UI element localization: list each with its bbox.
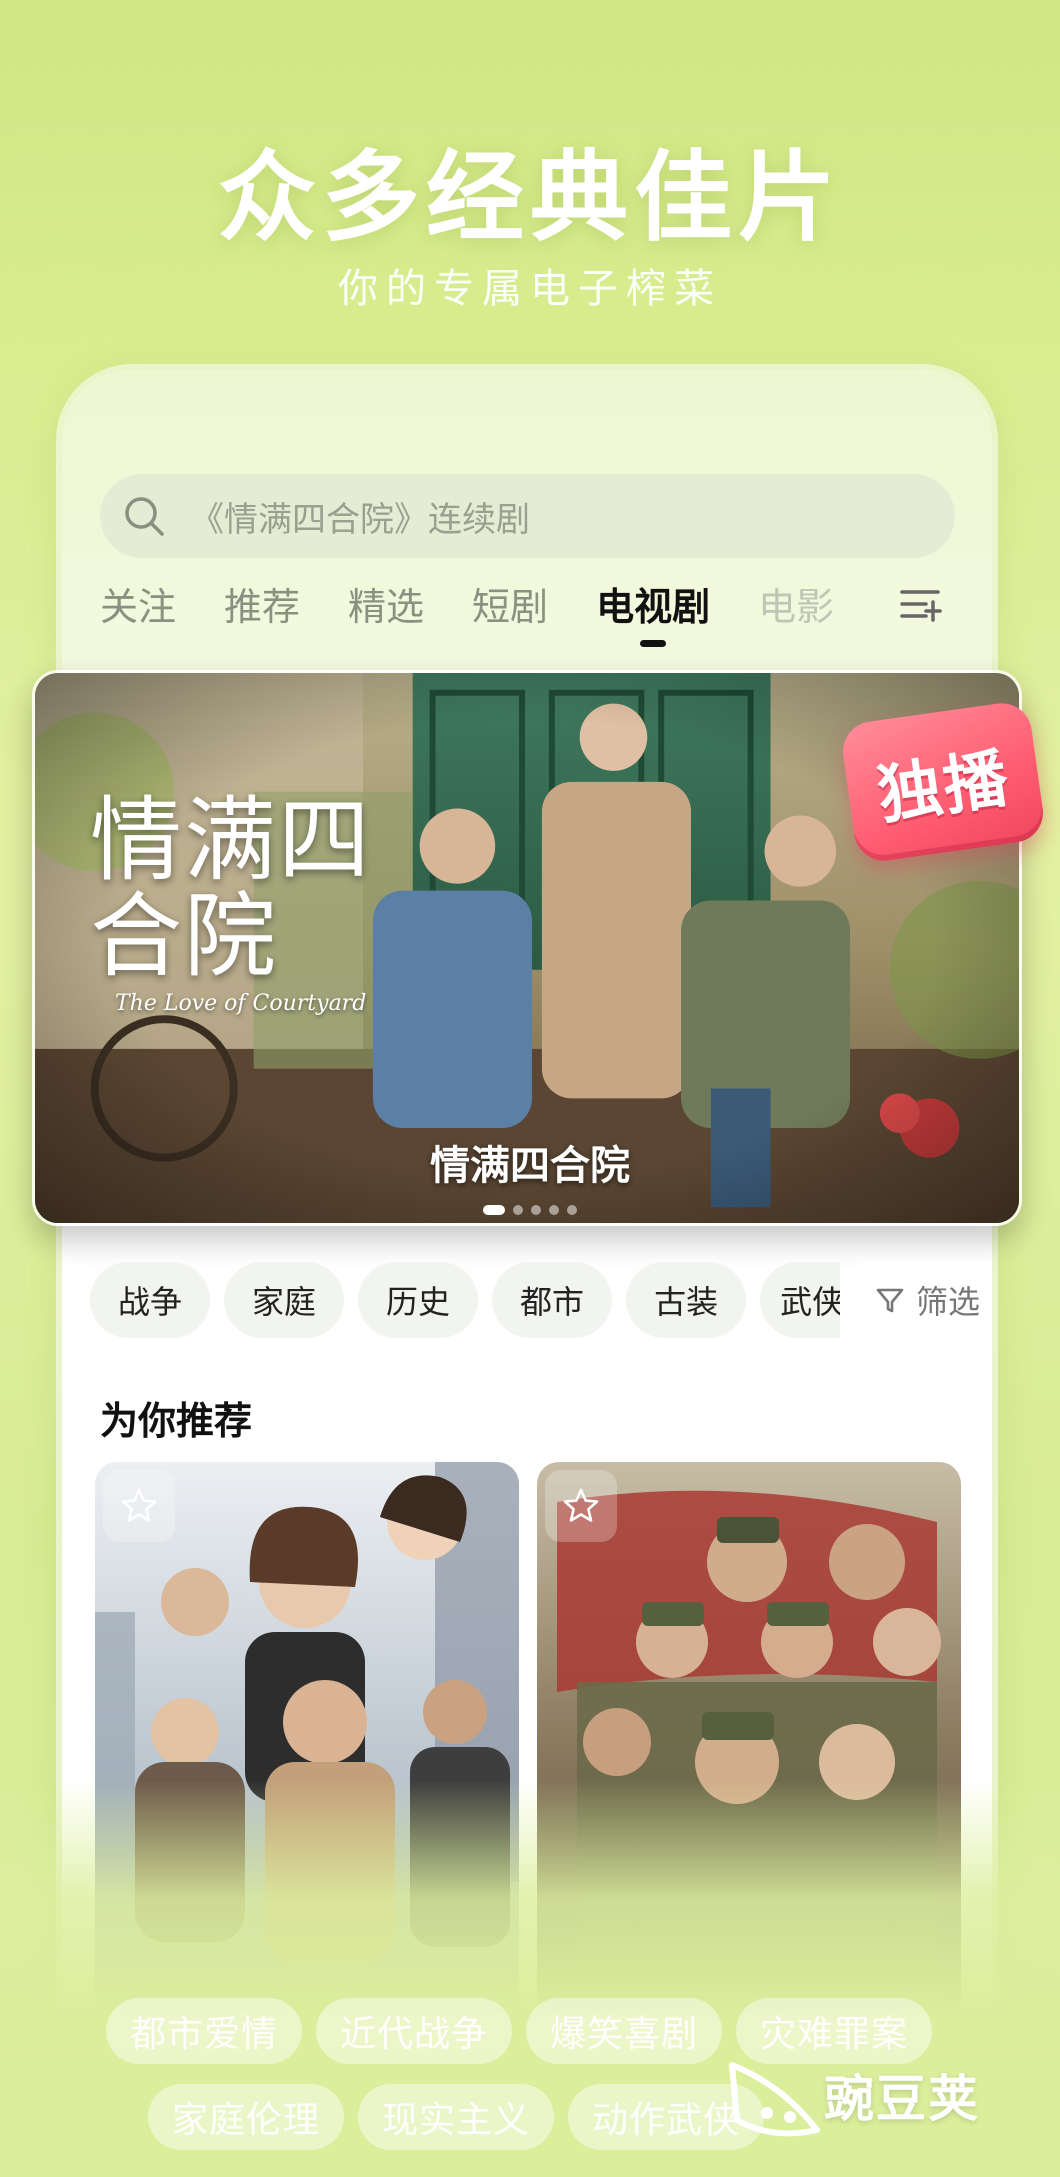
pagination-dot (483, 1205, 505, 1215)
tab-short-drama[interactable]: 短剧 (472, 576, 548, 631)
filter-button[interactable]: 筛选 (850, 1262, 990, 1338)
genre-chip-costume[interactable]: 古装 (626, 1262, 747, 1338)
banner-title-english: The Love of Courtyard (115, 991, 367, 1016)
banner-pagination (35, 1205, 1019, 1215)
search-bar[interactable]: 《情满四合院》连续剧 (100, 474, 955, 558)
category-tabs: 关注 推荐 精选 短剧 电视剧 电影 (100, 576, 960, 656)
genre-chip-wuxia[interactable]: 武侠 (760, 1262, 841, 1338)
promo-subtitle: 你的专属电子榨菜 (338, 266, 722, 312)
tag-row-2: 家庭伦理 现实主义 动作武侠 (148, 2084, 765, 2150)
genre-chip-war[interactable]: 战争 (90, 1262, 211, 1338)
pagination-dot (531, 1205, 541, 1215)
watermark-text: 豌豆荚 (824, 2070, 980, 2128)
promo-title: 众多经典佳片 (217, 141, 842, 255)
tab-recommend[interactable]: 推荐 (224, 576, 300, 631)
genre-chip-history[interactable]: 历史 (358, 1262, 479, 1338)
genre-chip-urban[interactable]: 都市 (492, 1262, 613, 1338)
star-icon (563, 1488, 599, 1522)
pagination-dot (549, 1205, 559, 1215)
filter-icon (876, 1288, 904, 1313)
star-icon (121, 1488, 157, 1522)
tag-chip: 现实主义 (358, 2084, 555, 2150)
tag-chip: 都市爱情 (106, 1998, 303, 2064)
banner-title-logo: 情满四合院 (90, 787, 373, 990)
tag-chip: 家庭伦理 (148, 2084, 345, 2150)
filter-label: 筛选 (916, 1283, 981, 1321)
wandoujia-logo-icon (729, 2062, 820, 2137)
tab-featured[interactable]: 精选 (348, 576, 424, 631)
pagination-dot (513, 1205, 523, 1215)
tag-chip: 近代战争 (316, 1998, 513, 2064)
tab-movie[interactable]: 电影 (758, 576, 834, 631)
tag-chip: 爆笑喜剧 (526, 1998, 723, 2064)
tab-tv-series[interactable]: 电视剧 (596, 576, 710, 647)
favorite-button[interactable] (103, 1470, 175, 1542)
tab-following[interactable]: 关注 (100, 576, 176, 631)
search-icon (122, 494, 166, 538)
pagination-dot (567, 1205, 577, 1215)
section-title-recommend: 为你推荐 (100, 1399, 253, 1443)
watermark: 豌豆荚 (722, 2040, 1042, 2150)
exclusive-badge: 独播 (839, 699, 1047, 865)
channel-menu-icon[interactable] (896, 580, 944, 628)
search-placeholder: 《情满四合院》连续剧 (190, 499, 530, 540)
genre-chip-family[interactable]: 家庭 (224, 1262, 345, 1338)
banner-caption: 情满四合院 (430, 1143, 630, 1189)
favorite-button[interactable] (545, 1470, 617, 1542)
